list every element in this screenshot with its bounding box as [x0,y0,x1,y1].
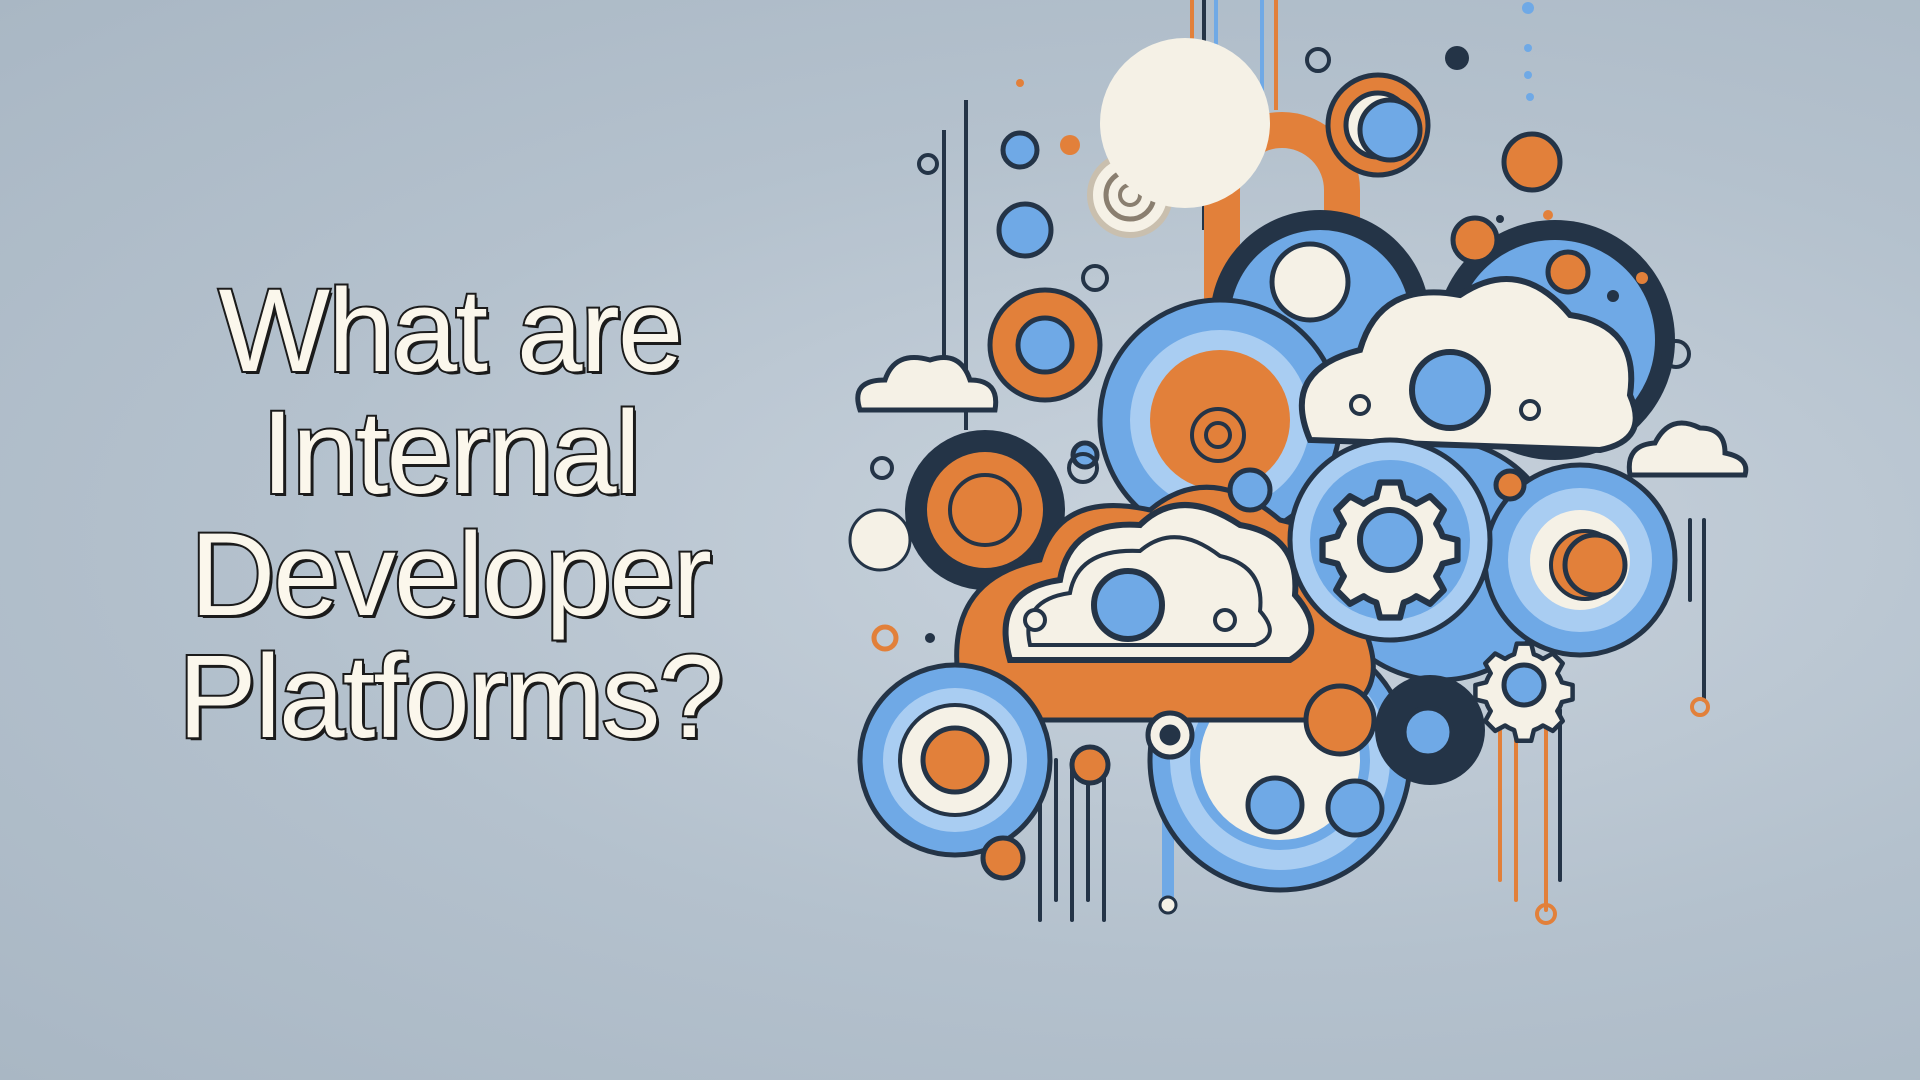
small-cloud-left [855,355,999,413]
circle-node-left [857,662,1053,858]
small-cloud-right [1626,420,1749,478]
cloud-gear-illustration [848,0,1749,925]
gear-icon-large [1287,437,1493,643]
